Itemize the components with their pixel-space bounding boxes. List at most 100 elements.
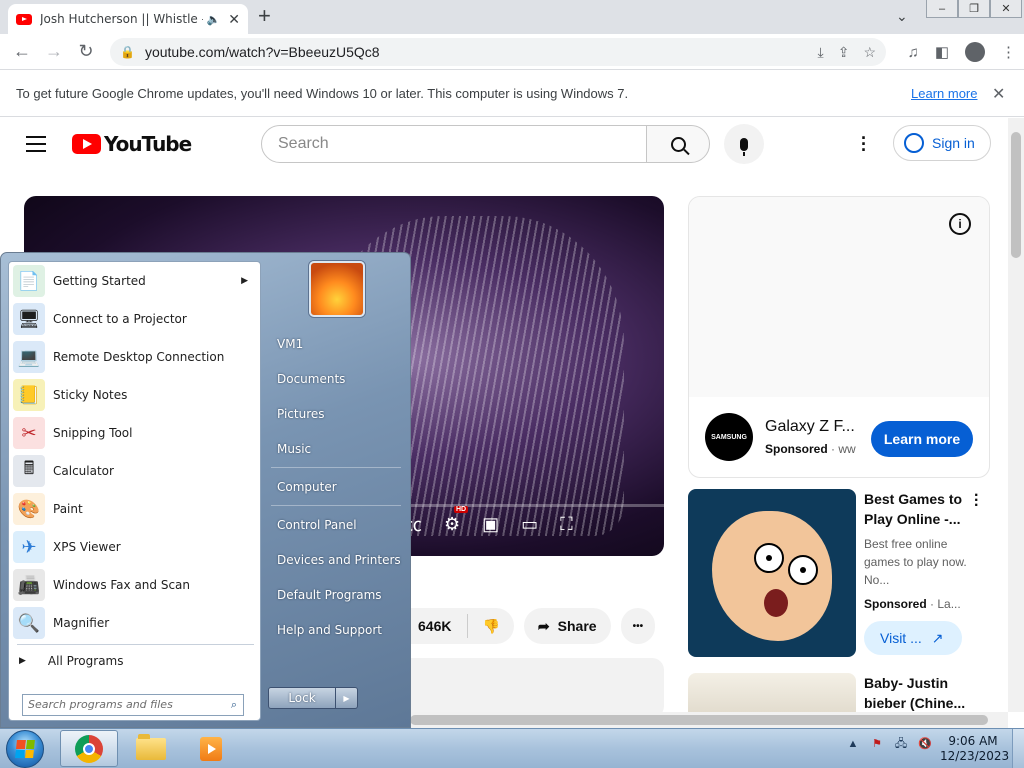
xps-viewer-icon: ✈	[13, 531, 45, 563]
settings-gear-icon[interactable]: ⚙ HD	[444, 505, 469, 535]
infobar-close-icon[interactable]: ✕	[992, 84, 1005, 104]
system-clock[interactable]: 9:06 AM 12/23/2023	[940, 734, 1009, 764]
description-box[interactable]	[400, 658, 664, 712]
program-item[interactable]: ✈ XPS Viewer	[9, 528, 260, 566]
youtube-logo[interactable]: YouTube	[72, 132, 192, 156]
program-item[interactable]: 🖥 Connect to a Projector	[9, 300, 260, 338]
program-item[interactable]: 🔍 Magnifier	[9, 604, 260, 642]
infobar-message: To get future Google Chrome updates, you…	[16, 86, 629, 101]
new-tab-button[interactable]: +	[258, 5, 271, 27]
recommendation-title[interactable]: Best Games to Play Online -...	[864, 489, 980, 529]
fullscreen-icon[interactable]: ⛶	[560, 514, 573, 535]
start-item-default-programs[interactable]: Default Programs	[277, 588, 382, 602]
settings-kebab-icon[interactable]: · · ·	[861, 129, 867, 159]
share-page-icon[interactable]: ⇪	[838, 44, 850, 61]
install-app-icon[interactable]: ⤓	[818, 44, 824, 61]
miniplayer-icon[interactable]: ▣	[482, 514, 499, 535]
start-item-music[interactable]: Music	[277, 442, 311, 456]
chrome-menu-icon[interactable]: ⋮	[1001, 43, 1016, 61]
start-search-input[interactable]: Search programs and files ⌕	[22, 694, 244, 716]
program-label: Calculator	[53, 464, 114, 478]
program-item[interactable]: 🖩 Calculator	[9, 452, 260, 490]
dislike-icon[interactable]: 👎	[467, 614, 513, 638]
back-button[interactable]: ←	[6, 41, 38, 62]
horizontal-scroll-thumb[interactable]	[410, 715, 988, 725]
browser-tab[interactable]: Josh Hutcherson || Whistle - 🔈 ✕	[8, 4, 248, 34]
share-button[interactable]: ➦ Share	[523, 608, 611, 644]
network-icon[interactable]: 🖧	[894, 737, 908, 751]
recommendation-menu-icon[interactable]: · · ·	[974, 488, 979, 514]
recommendation-title[interactable]: Baby- Justin bieber (Chine...	[864, 673, 980, 712]
program-item[interactable]: 📄 Getting Started ▶	[9, 262, 260, 300]
taskbar-explorer[interactable]	[122, 730, 180, 767]
speaker-icon[interactable]: 🔈	[207, 13, 221, 26]
all-programs-button[interactable]: ▶ All Programs	[19, 654, 124, 668]
program-item[interactable]: ✂ Snipping Tool	[9, 414, 260, 452]
more-actions-button[interactable]: •••	[620, 608, 656, 644]
program-item[interactable]: 📠 Windows Fax and Scan	[9, 566, 260, 604]
program-item[interactable]: 💻 Remote Desktop Connection	[9, 338, 260, 376]
sign-in-button[interactable]: Sign in	[893, 125, 991, 161]
bookmark-star-icon[interactable]: ☆	[863, 44, 876, 61]
taskbar-chrome[interactable]	[60, 730, 118, 767]
program-label: Getting Started	[53, 274, 146, 288]
taskbar: ▲ ⚑ 🖧 🔇 9:06 AM 12/23/2023	[0, 728, 1024, 768]
theater-mode-icon[interactable]: ▭	[521, 514, 538, 535]
chrome-icon	[75, 734, 103, 763]
microphone-icon	[740, 137, 748, 156]
shutdown-options-arrow-icon[interactable]: ▶	[336, 687, 358, 709]
start-search-icon[interactable]: ⌕	[231, 698, 237, 712]
start-item-computer[interactable]: Computer	[277, 480, 337, 494]
start-item-help-support[interactable]: Help and Support	[277, 623, 382, 637]
visit-advertiser-button[interactable]: Visit ... ↗	[864, 621, 962, 655]
recommendation-thumbnail[interactable]	[688, 489, 856, 657]
start-item-pictures[interactable]: Pictures	[277, 407, 325, 421]
like-button[interactable]: 646K 👎	[400, 608, 514, 644]
media-control-icon[interactable]: ♫	[908, 44, 919, 61]
recommendation-sponsored: Sponsored	[864, 597, 927, 611]
vertical-scroll-thumb[interactable]	[1011, 132, 1021, 258]
reload-button[interactable]: ↻	[70, 41, 102, 62]
projector-icon: 🖥	[13, 303, 45, 335]
lock-icon[interactable]: 🔒	[120, 45, 135, 59]
side-panel-icon[interactable]: ◧	[935, 43, 949, 61]
volume-muted-icon[interactable]: 🔇	[918, 737, 932, 751]
lock-button[interactable]: Lock	[268, 687, 336, 709]
tab-close-icon[interactable]: ✕	[228, 11, 240, 28]
start-item-user[interactable]: VM1	[277, 337, 303, 351]
sidebar-ad[interactable]: i SAMSUNG Galaxy Z F... Sponsored · ww L…	[688, 196, 990, 478]
tab-strip: Josh Hutcherson || Whistle - 🔈 ✕ + ⌄ – ❐…	[0, 0, 1024, 34]
start-item-devices-printers[interactable]: Devices and Printers	[277, 553, 401, 567]
infobar-learn-more-link[interactable]: Learn more	[911, 86, 977, 101]
window-close-button[interactable]: ✕	[990, 0, 1022, 18]
restore-button[interactable]: ❐	[958, 0, 990, 18]
address-bar[interactable]: 🔒 youtube.com/watch?v=BbeeuzU5Qc8 ⤓ ⇪ ☆	[110, 38, 886, 66]
recommendation-thumbnail[interactable]	[688, 673, 856, 712]
search-button[interactable]	[646, 125, 710, 163]
vertical-scrollbar[interactable]	[1008, 118, 1024, 712]
ad-learn-more-button[interactable]: Learn more	[871, 421, 973, 457]
search-input[interactable]: Search	[261, 125, 647, 163]
show-hidden-icons-icon[interactable]: ▲	[846, 737, 860, 751]
submenu-arrow-icon: ▶	[241, 276, 248, 286]
search-icon	[670, 136, 686, 152]
minimize-button[interactable]: –	[926, 0, 958, 18]
tab-search-chevron-icon[interactable]: ⌄	[896, 8, 908, 25]
guide-menu-icon[interactable]	[26, 136, 46, 157]
start-item-control-panel[interactable]: Control Panel	[277, 518, 357, 532]
program-item[interactable]: 🎨 Paint	[9, 490, 260, 528]
show-desktop-button[interactable]	[1012, 729, 1024, 768]
action-center-flag-icon[interactable]: ⚑	[870, 737, 884, 751]
forward-button[interactable]: →	[38, 41, 70, 62]
profile-avatar-icon[interactable]	[965, 42, 985, 62]
program-item[interactable]: 📒 Sticky Notes	[9, 376, 260, 414]
start-item-documents[interactable]: Documents	[277, 372, 345, 386]
all-programs-arrow-icon: ▶	[19, 656, 26, 666]
taskbar-media-player[interactable]	[182, 730, 240, 767]
ad-title[interactable]: Galaxy Z F...	[765, 418, 871, 436]
voice-search-button[interactable]	[724, 124, 764, 164]
user-picture[interactable]	[309, 261, 365, 317]
thumbnail-eye	[788, 555, 818, 585]
ad-info-icon[interactable]: i	[949, 213, 971, 235]
start-button[interactable]	[6, 730, 44, 768]
